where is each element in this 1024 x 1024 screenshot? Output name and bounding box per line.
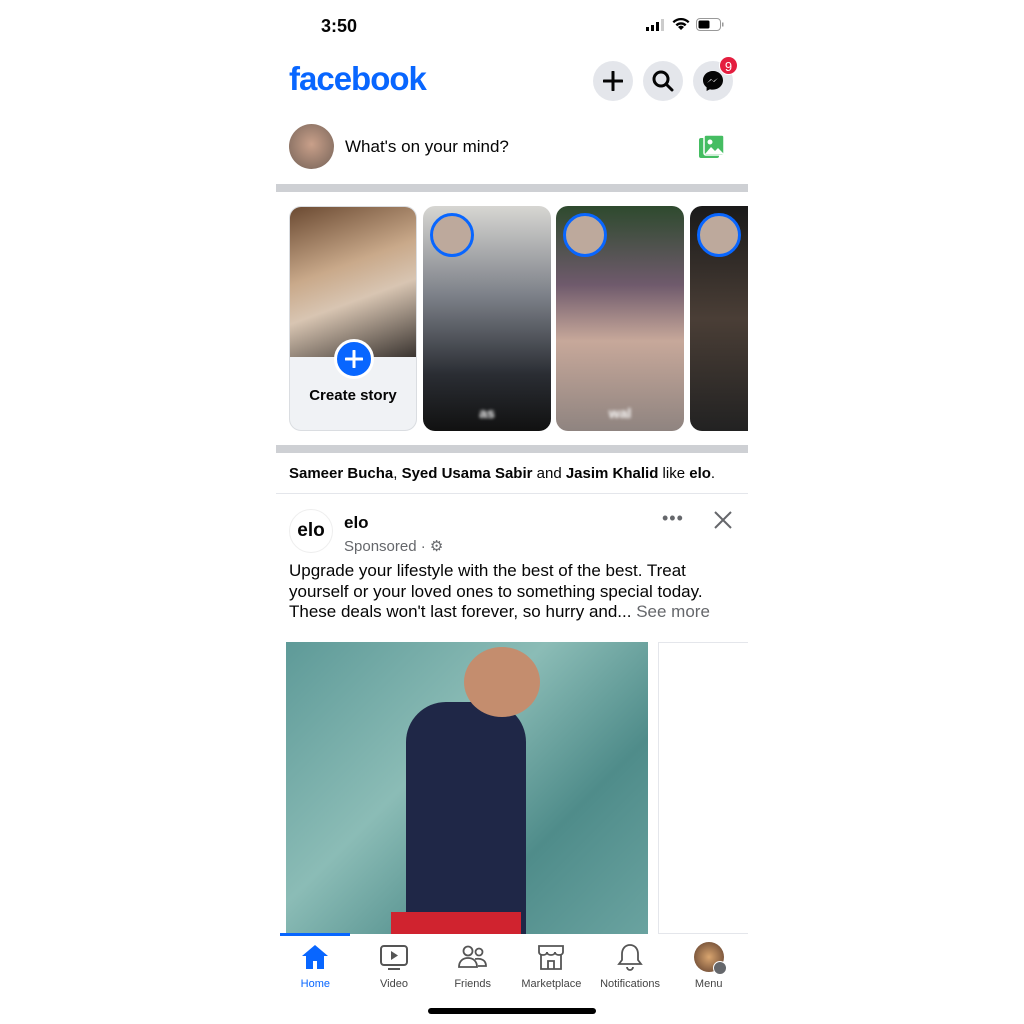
phone-screen: 3:50 facebook 9 What's on your mind? Cre… — [276, 0, 748, 1024]
battery-icon — [696, 18, 724, 31]
menu-avatar-icon — [693, 942, 727, 975]
see-more-link[interactable]: See more — [636, 602, 710, 621]
story-name: as — [479, 405, 495, 421]
home-icon — [302, 945, 329, 969]
ad-model-shorts — [391, 912, 521, 934]
tab-menu[interactable]: Menu — [669, 934, 748, 994]
post-text: Upgrade your lifestyle with the best of … — [289, 561, 710, 621]
sponsored-label: Sponsored · ⚙ — [344, 538, 444, 555]
ad-image[interactable] — [286, 642, 648, 934]
story-name: ulla — [698, 405, 748, 421]
story-avatar — [563, 213, 607, 257]
video-icon — [380, 945, 408, 970]
plus-icon — [603, 71, 623, 91]
story-name: wal — [608, 405, 632, 421]
search-button[interactable] — [643, 61, 683, 101]
story-card[interactable]: wal — [556, 206, 684, 431]
story-profile-image — [290, 207, 416, 357]
tab-home[interactable]: Home — [276, 934, 355, 994]
tab-notifications[interactable]: Notifications — [591, 934, 670, 994]
ad-model-figure — [406, 702, 526, 934]
messenger-button[interactable]: 9 — [693, 56, 738, 101]
ad-carousel-next-card[interactable] — [658, 642, 748, 934]
tab-friends[interactable]: Friends — [433, 934, 512, 994]
facebook-logo[interactable]: facebook — [289, 60, 427, 98]
tab-marketplace[interactable]: Marketplace — [512, 934, 591, 994]
story-card[interactable]: as — [423, 206, 551, 431]
marketplace-icon — [538, 945, 565, 970]
more-options-icon[interactable]: ••• — [662, 508, 684, 529]
composer-input[interactable]: What's on your mind? — [345, 137, 509, 157]
section-divider — [276, 445, 748, 453]
profile-avatar[interactable] — [289, 124, 334, 169]
home-indicator[interactable] — [428, 1008, 596, 1014]
add-story-icon — [334, 339, 374, 379]
settings-gear-icon: ⚙ — [429, 538, 444, 555]
section-divider — [276, 184, 748, 192]
ad-model-head — [464, 647, 540, 717]
messenger-badge: 9 — [719, 56, 738, 75]
create-story-card[interactable]: Create story — [289, 206, 417, 431]
bottom-nav: Home Video Friends Marketplace Notificat… — [276, 934, 748, 994]
story-avatar — [430, 213, 474, 257]
close-icon[interactable] — [713, 510, 733, 530]
create-button[interactable] — [593, 61, 633, 101]
photo-icon[interactable] — [699, 135, 725, 159]
story-avatar — [697, 213, 741, 257]
social-context: Sameer Bucha, Syed Usama Sabir and Jasim… — [289, 465, 716, 482]
search-icon — [652, 70, 674, 92]
story-card[interactable]: ulla — [690, 206, 748, 431]
create-story-label: Create story — [309, 387, 397, 404]
friends-icon — [457, 945, 487, 968]
page-name[interactable]: elo — [344, 513, 369, 533]
status-icons — [646, 18, 724, 31]
signal-icon — [646, 18, 664, 31]
wifi-icon — [672, 18, 690, 30]
divider — [276, 493, 748, 494]
page-logo[interactable]: elo — [289, 509, 333, 553]
bell-icon — [617, 944, 643, 971]
status-time: 3:50 — [321, 16, 358, 36]
tab-video[interactable]: Video — [355, 934, 434, 994]
